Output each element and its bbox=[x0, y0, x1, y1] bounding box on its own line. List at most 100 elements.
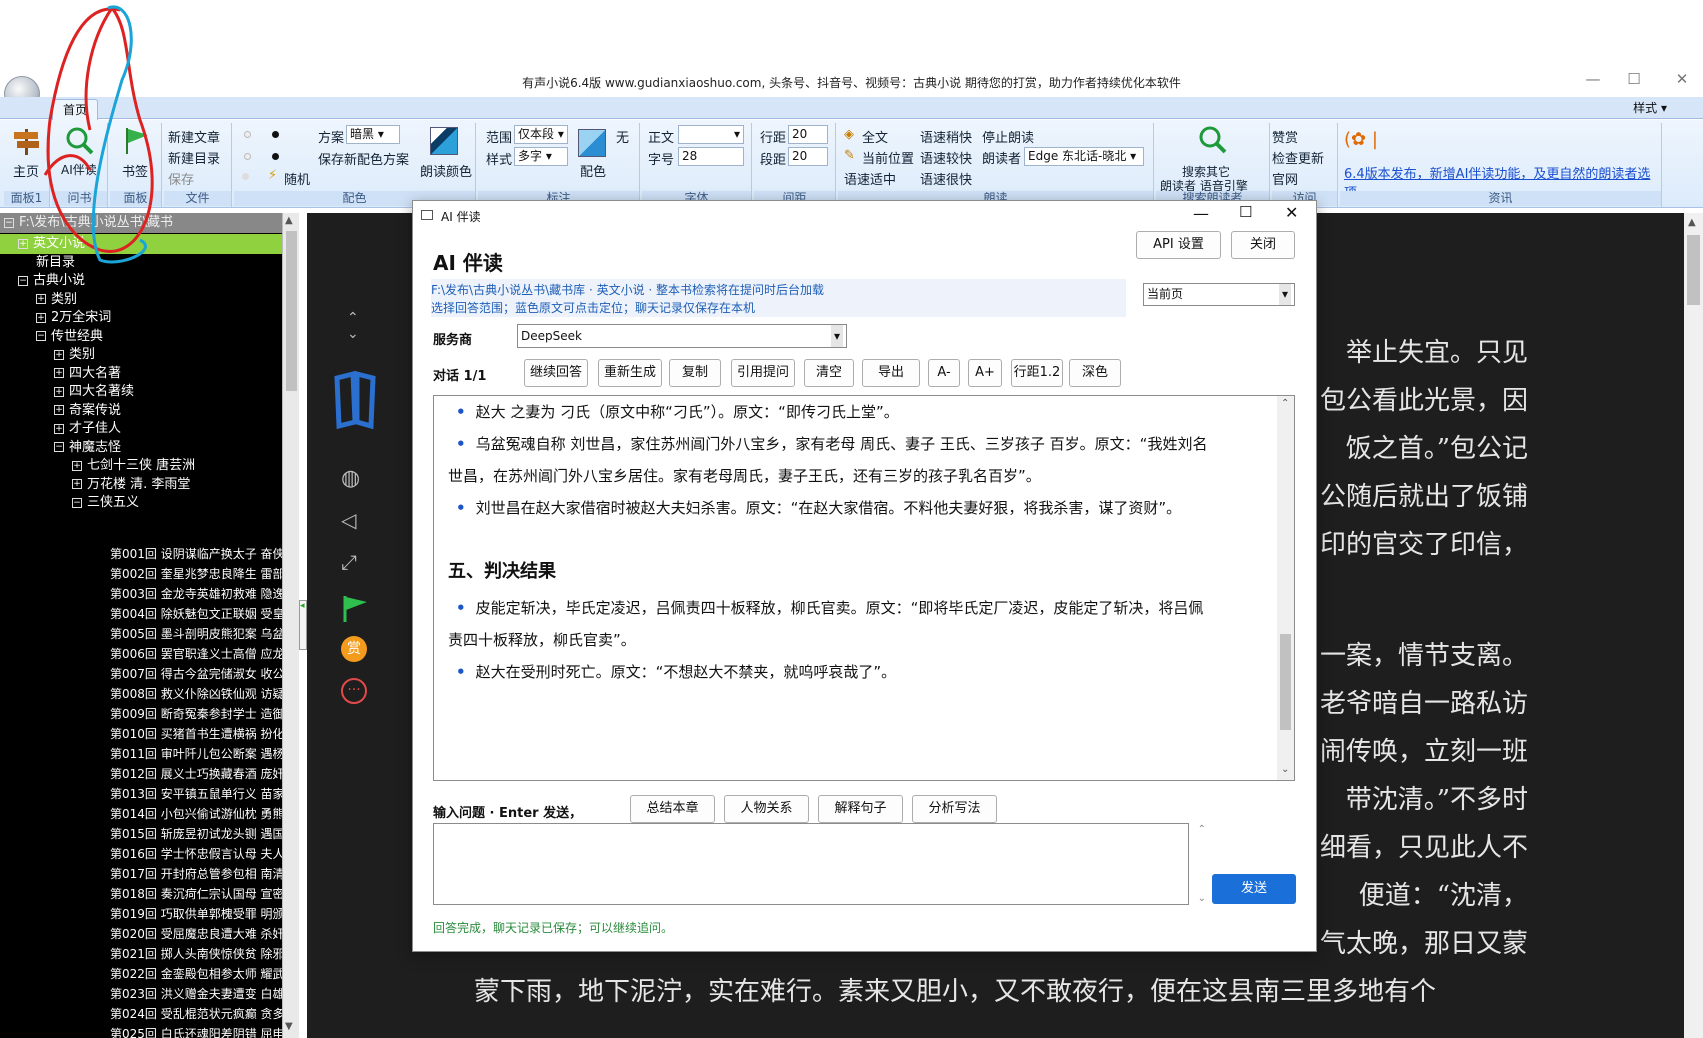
collapse-icon[interactable]: − bbox=[72, 497, 82, 508]
new-article-button[interactable]: 新建文章 bbox=[168, 127, 220, 146]
more-icon[interactable]: ··· bbox=[341, 678, 367, 704]
expand-icon[interactable]: + bbox=[36, 294, 46, 304]
tree-item[interactable]: − 传世经典 bbox=[0, 327, 103, 347]
chapter-item[interactable]: 第019回 巧取供单郭槐受罪 明颁 bbox=[110, 904, 282, 924]
new-directory-button[interactable]: 新建目录 bbox=[168, 148, 220, 167]
answer-text[interactable]: 刘世昌在赵大家借宿时被赵大夫妇杀害。原文：“在赵大家借宿。不料他夫妻好狠，将我杀… bbox=[476, 499, 1182, 517]
chapter-item[interactable]: 第007回 得古今盆完储淑女 收公 bbox=[110, 664, 282, 684]
scroll-up-icon[interactable]: ⌃ bbox=[1198, 824, 1206, 835]
expand-icon[interactable]: + bbox=[54, 368, 64, 378]
scroll-up-icon[interactable]: ⌃ bbox=[1281, 398, 1289, 409]
tree-item[interactable]: + 四大名著 bbox=[0, 364, 121, 384]
maximize-button[interactable]: ☐ bbox=[1614, 68, 1654, 90]
scroll-thumb[interactable] bbox=[1687, 235, 1700, 305]
font-size-input[interactable]: 28 bbox=[678, 147, 744, 166]
collapse-icon[interactable]: − bbox=[36, 331, 46, 341]
close-button[interactable]: ✕ bbox=[1662, 68, 1702, 90]
api-settings-button[interactable]: API 设置 bbox=[1136, 231, 1221, 259]
collapse-icon[interactable]: − bbox=[18, 275, 28, 286]
tool-button[interactable]: 导出 bbox=[862, 359, 920, 387]
read-color-button[interactable]: 朗读颜色 bbox=[420, 161, 472, 180]
scroll-down-icon[interactable]: ⌄ bbox=[1281, 764, 1289, 775]
dialog-close-text-button[interactable]: 关闭 bbox=[1231, 231, 1295, 259]
tool-button[interactable]: 清空 bbox=[804, 359, 854, 387]
scroll-thumb[interactable] bbox=[1280, 634, 1291, 730]
tool-button[interactable]: 复制 bbox=[669, 359, 721, 387]
answer-text[interactable]: 五、判决结果 bbox=[448, 561, 556, 582]
tool-button[interactable]: 行距1.2 bbox=[1011, 359, 1063, 387]
reader-scrollbar[interactable]: ▲ bbox=[1684, 213, 1703, 1038]
dialog-minimize-button[interactable]: — bbox=[1193, 204, 1209, 223]
scroll-up-icon[interactable]: ▲ bbox=[1688, 217, 1696, 228]
quick-action-button[interactable]: 解释句子 bbox=[818, 795, 903, 823]
style-menu[interactable]: 样式 ▾ bbox=[1633, 99, 1667, 116]
scheme-select[interactable]: 暗黑 ▾ bbox=[346, 125, 400, 144]
minimize-button[interactable]: — bbox=[1573, 68, 1613, 90]
answer-text[interactable]: 皮能定斩决，毕氏定凌迟，吕佩责四十板释放，柳氏官卖。原文：“即将毕氏定厂凌迟，皮… bbox=[476, 599, 1204, 617]
chapter-item[interactable]: 第011回 审叶阡儿包公断案 遇杨 bbox=[110, 744, 282, 764]
para-spacing-input[interactable]: 20 bbox=[788, 147, 828, 166]
chevron-updown-icon[interactable]: ⌃ ⌄ bbox=[347, 310, 359, 342]
read-full-button[interactable]: 全文 bbox=[862, 127, 888, 146]
tree-item[interactable]: + 万花楼 清. 李雨堂 bbox=[0, 475, 190, 495]
body-font-select[interactable]: ▾ bbox=[678, 125, 744, 144]
tool-button[interactable]: 继续回答 bbox=[524, 359, 588, 387]
answer-text[interactable]: 责四十板释放，柳氏官卖”。 bbox=[448, 631, 636, 649]
chapter-item[interactable]: 第018回 奏沉疴仁宗认国母 宣密 bbox=[110, 884, 282, 904]
chapter-item[interactable]: 第023回 洪义赠金夫妻遭变 白雄 bbox=[110, 984, 282, 1004]
range-select[interactable]: 仅本段 ▾ bbox=[514, 125, 568, 144]
chapter-item[interactable]: 第003回 金龙寺英雄初救难 隐逸 bbox=[110, 584, 282, 604]
provider-select[interactable]: DeepSeek ▾ bbox=[517, 324, 847, 348]
chapter-item[interactable]: 第005回 墨斗剖明皮熊犯案 乌盆 bbox=[110, 624, 282, 644]
tool-button[interactable]: 深色 bbox=[1069, 359, 1121, 387]
speaker-icon[interactable]: ◁ bbox=[341, 508, 356, 532]
collapse-icon[interactable]: − bbox=[54, 442, 64, 452]
dialog-close-button[interactable]: ✕ bbox=[1285, 203, 1298, 222]
chapter-item[interactable]: 第013回 安平镇五鼠单行义 苗家 bbox=[110, 784, 282, 804]
chapter-item[interactable]: 第015回 斩庞昱初试龙头铡 遇国 bbox=[110, 824, 282, 844]
light-dot-icon[interactable] bbox=[244, 153, 251, 160]
scroll-down-icon[interactable]: ⌄ bbox=[1198, 893, 1206, 904]
globe-icon[interactable]: ◍ bbox=[341, 466, 360, 491]
stop-reading-button[interactable]: 停止朗读 bbox=[982, 127, 1034, 146]
scroll-thumb[interactable] bbox=[286, 231, 297, 391]
color-button[interactable]: 配色 bbox=[580, 161, 606, 180]
collapse-icon[interactable]: − bbox=[4, 217, 14, 228]
light-dot-icon[interactable] bbox=[244, 131, 251, 138]
info-path[interactable]: F:\发布\古典小说丛书\藏书库 · 英文小说 · 整本书检索将在提问时后台加载 bbox=[431, 281, 824, 298]
tree-item[interactable]: +2万全宋词 bbox=[0, 308, 111, 328]
expand-icon[interactable]: + bbox=[54, 349, 64, 360]
chapter-item[interactable]: 第010回 买猪首书生遭横祸 扮化 bbox=[110, 724, 282, 744]
expand-icon[interactable]: + bbox=[72, 479, 82, 489]
check-update-button[interactable]: 检查更新 bbox=[1272, 148, 1324, 167]
read-current-button[interactable]: 当前位置 bbox=[862, 148, 914, 167]
dark-dot-icon[interactable] bbox=[272, 131, 279, 138]
reward-icon[interactable]: 赏 bbox=[341, 636, 367, 662]
quick-action-button[interactable]: 分析写法 bbox=[912, 795, 997, 823]
expand-icon[interactable]: + bbox=[54, 386, 64, 397]
tool-button[interactable]: 重新生成 bbox=[598, 359, 662, 387]
chapter-item[interactable]: 第009回 断奇冤秦参封学士 造御 bbox=[110, 704, 282, 724]
dialog-maximize-button[interactable]: ☐ bbox=[1239, 203, 1252, 221]
chapter-item[interactable]: 第017回 开封府总管参包相 南清 bbox=[110, 864, 282, 884]
chat-answer-area[interactable]: • 赵大 之妻为 刁氏（原文中称“刁氏”）。原文：“即传刁氏上堂”。 • 乌盆冤魂自称… bbox=[433, 395, 1295, 781]
chapter-item[interactable]: 第001回 设阴谋临产换太子 奋侠 bbox=[110, 544, 282, 564]
random-button[interactable]: 随机 bbox=[284, 169, 310, 188]
chapter-item[interactable]: 第022回 金銮殿包相参太师 耀武 bbox=[110, 964, 282, 984]
quick-action-button[interactable]: 人物关系 bbox=[724, 795, 809, 823]
donate-button[interactable]: 赞赏 bbox=[1272, 127, 1298, 146]
tool-button[interactable]: 引用提问 bbox=[731, 359, 795, 387]
speed-fast-button[interactable]: 语速很快 bbox=[920, 169, 972, 188]
tree-item[interactable]: + 四大名著续 bbox=[0, 382, 134, 402]
light-dot-icon[interactable] bbox=[242, 173, 249, 180]
tool-button[interactable]: A- bbox=[928, 359, 960, 387]
tree-item[interactable]: − 神魔志怪 bbox=[0, 438, 121, 458]
tree-item[interactable]: − 古典小说 bbox=[0, 271, 85, 291]
answer-text[interactable]: 世昌，在苏州阊门外八宝乡居住。家有老母周氏，妻子王氏，还有三岁的孩子乳名百岁”。 bbox=[448, 467, 1041, 485]
expand-icon[interactable]: + bbox=[72, 460, 82, 471]
chapter-item[interactable]: 第021回 掷人头南侠惊侠贫 除邪 bbox=[110, 944, 282, 964]
splitter-handle[interactable]: ◂ bbox=[299, 600, 307, 650]
save-button[interactable]: 保存 bbox=[168, 169, 194, 188]
expand-icon[interactable]: + bbox=[54, 423, 64, 434]
scroll-up-icon[interactable]: ▲ bbox=[285, 215, 293, 226]
